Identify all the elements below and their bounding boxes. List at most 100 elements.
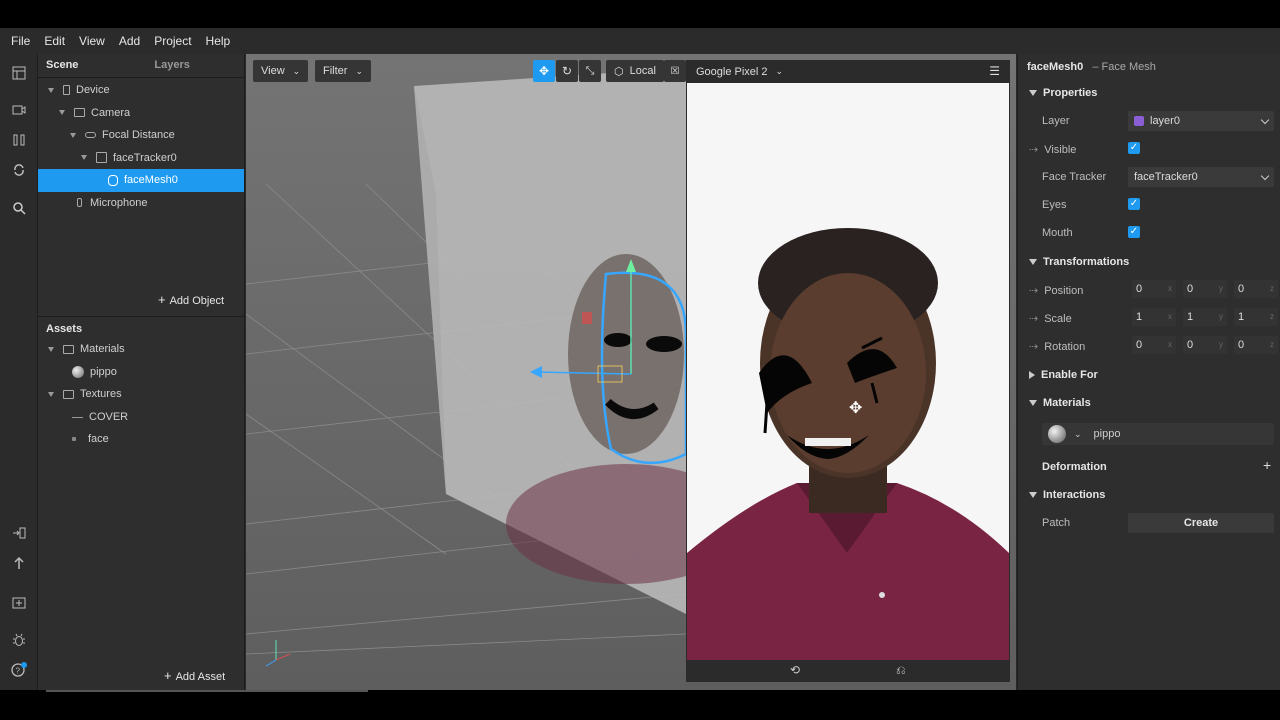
simulator-screen[interactable]: ✥ [687,83,1009,660]
device-select[interactable]: Google Pixel 2 [696,66,768,78]
face-tracker-select[interactable]: faceTracker0 [1128,167,1274,187]
section-materials[interactable]: Materials [1029,397,1091,409]
material-slot[interactable]: ⌄ pippo [1042,423,1274,445]
menu-add[interactable]: Add [112,34,147,48]
section-title: Transformations [1043,256,1130,268]
section-transformations[interactable]: Transformations [1029,256,1129,268]
visible-row: ⇢ Visible [1029,143,1076,156]
video-icon[interactable] [9,100,29,120]
export-icon[interactable] [9,592,29,612]
flip-camera-icon[interactable]: ⎌ [896,663,906,678]
visible-checkbox[interactable]: ✓ [1128,142,1140,154]
scene-tree: Device Camera Focal Distance faceTracker… [38,78,244,214]
section-enable-for[interactable]: Enable For [1029,369,1098,381]
scroll-indicator[interactable] [46,690,368,692]
link-arrow-icon[interactable]: ⇢ [1029,341,1038,353]
asset-item-textures[interactable]: Textures [38,383,245,406]
position-x-field[interactable]: 0x [1132,280,1176,298]
rotation-y-field[interactable]: 0y [1183,336,1227,354]
scale-tool-button[interactable]: ⤡ [579,60,601,82]
asset-item-materials[interactable]: Materials [38,338,245,361]
add-object-button[interactable]: + Add Object [158,292,224,307]
add-asset-label: Add Asset [175,671,226,683]
view-label: View [261,65,285,77]
position-z-field[interactable]: 0z [1234,280,1278,298]
pause-icon[interactable] [9,130,29,150]
expand-arrow-icon[interactable] [81,155,87,161]
layer-color-swatch [1134,116,1144,126]
asset-item-pippo[interactable]: pippo [38,361,245,384]
simulator-footer: ⟲ ⎌ [686,660,1010,682]
asset-item-cover[interactable]: COVER [38,406,245,429]
z-axis-icon: z [1270,284,1274,293]
expand-arrow-icon[interactable] [48,391,54,397]
link-arrow-icon[interactable]: ⇢ [1029,285,1038,297]
filter-dropdown[interactable]: Filter ⌄ [315,60,371,82]
chevron-down-icon[interactable]: ⌄ [1074,429,1082,440]
menu-file[interactable]: File [4,34,37,48]
scene-panel-icon[interactable] [9,63,29,83]
expand-arrow-icon [1029,371,1035,379]
expand-arrow-icon[interactable] [59,110,65,116]
tree-item-facetracker[interactable]: faceTracker0 [38,147,244,170]
tab-scene[interactable]: Scene [38,54,86,77]
asset-item-face[interactable]: face [38,428,245,451]
face-tracker-value: faceTracker0 [1134,171,1198,183]
scale-z-field[interactable]: 1z [1234,308,1278,326]
tree-item-facemesh[interactable]: faceMesh0 [38,169,244,192]
section-interactions[interactable]: Interactions [1029,489,1105,501]
link-arrow-icon[interactable]: ⇢ [1029,313,1038,325]
create-patch-button[interactable]: Create [1128,513,1274,533]
chevron-down-icon[interactable]: ⌄ [776,66,784,77]
menu-help[interactable]: Help [199,34,238,48]
scale-y-value: 1 [1187,311,1194,323]
local-toggle[interactable]: ⬡ Local [606,60,664,82]
position-z-value: 0 [1238,283,1245,295]
position-row: ⇢ Position [1029,284,1083,297]
rotate-device-icon[interactable]: ⟲ [790,663,800,677]
tree-item-label: Microphone [90,196,148,209]
rotation-x-field[interactable]: 0x [1132,336,1176,354]
rotation-z-field[interactable]: 0z [1234,336,1278,354]
scale-x-field[interactable]: 1x [1132,308,1176,326]
tree-item-camera[interactable]: Camera [38,102,244,125]
scale-icon: ⤡ [585,64,595,77]
menu-edit[interactable]: Edit [37,34,72,48]
bug-icon[interactable] [9,630,29,650]
section-properties[interactable]: Properties [1029,87,1097,99]
rotate-tool-button[interactable]: ↻ [556,60,578,82]
help-icon[interactable]: ? [9,660,29,680]
menu-project[interactable]: Project [147,34,198,48]
tree-item-device[interactable]: Device [38,79,244,102]
inspector-panel: faceMesh0 – Face Mesh Properties Layer l… [1017,54,1280,690]
position-y-field[interactable]: 0y [1183,280,1227,298]
tab-layers[interactable]: Layers [146,54,197,77]
close-preview-button[interactable]: ☒ [664,60,686,82]
asset-item-label: COVER [89,410,129,423]
tree-item-focal-distance[interactable]: Focal Distance [38,124,244,147]
menu-icon[interactable]: ☰ [989,64,1000,78]
scale-y-field[interactable]: 1y [1183,308,1227,326]
layer-value: layer0 [1150,115,1180,127]
mouth-checkbox[interactable]: ✓ [1128,226,1140,238]
collapse-arrow-icon [1029,90,1037,96]
menu-view[interactable]: View [72,34,112,48]
expand-arrow-icon[interactable] [48,346,54,352]
upload-icon[interactable] [9,553,29,573]
view-dropdown[interactable]: View ⌄ [253,60,309,82]
expand-arrow-icon[interactable] [70,132,76,138]
add-asset-button[interactable]: + Add Asset [164,668,225,683]
eyes-checkbox[interactable]: ✓ [1128,198,1140,210]
section-title: Properties [1043,87,1098,99]
expand-arrow-icon[interactable] [48,87,54,93]
search-icon[interactable] [9,198,29,218]
refresh-icon[interactable] [9,160,29,180]
link-arrow-icon[interactable]: ⇢ [1029,144,1038,156]
viewport-3d[interactable]: View ⌄ Filter ⌄ ✥ ↻ ⤡ ⬡ Local ☒ Google P… [246,54,1016,690]
add-deformation-button[interactable]: + [1263,457,1271,473]
folder-icon [63,344,74,354]
layer-select[interactable]: layer0 [1128,111,1274,131]
device-send-icon[interactable] [9,523,29,543]
tree-item-microphone[interactable]: Microphone [38,192,244,215]
move-tool-button[interactable]: ✥ [533,60,555,82]
